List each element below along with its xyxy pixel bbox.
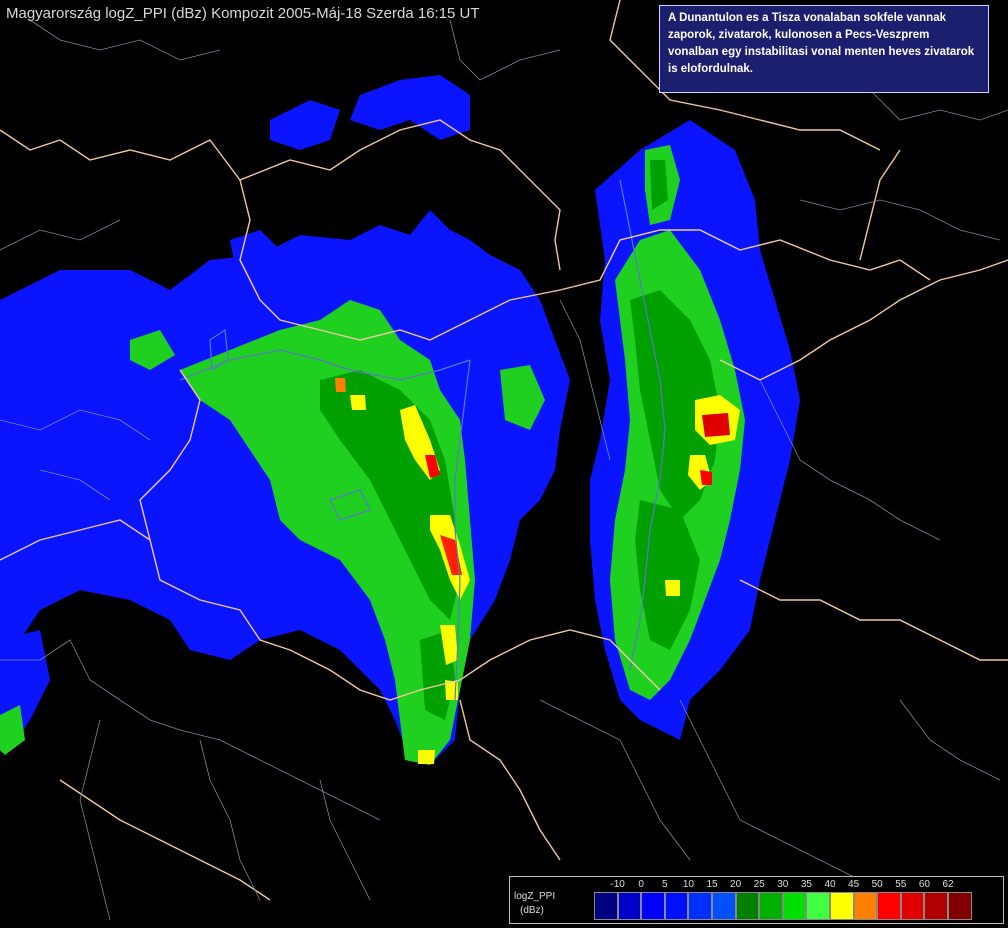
- legend-tick-label: 20: [730, 879, 742, 890]
- legend-swatch: [947, 892, 972, 920]
- legend-swatch: [594, 892, 618, 920]
- map-title: Magyarország logZ_PPI (dBz) Kompozit 200…: [6, 5, 480, 22]
- legend-tick-label: 10: [682, 879, 694, 890]
- legend-tick-label: 62: [942, 879, 954, 890]
- legend-tick-label: -10: [610, 879, 625, 890]
- legend-swatch: [829, 892, 854, 920]
- legend-tick-label: 5: [662, 879, 668, 890]
- legend-tick-label: 15: [706, 879, 718, 890]
- forecast-note: A Dunantulon es a Tisza vonalaban sokfel…: [659, 5, 989, 93]
- legend-swatch: [688, 892, 712, 920]
- legend-tick-label: 30: [777, 879, 789, 890]
- legend-tick-label: 25: [753, 879, 765, 890]
- legend-label: logZ_PPI: [514, 891, 556, 902]
- legend-ticks: -10 0 5 10 15 20 25 30 35 40 45 50 55 60 62: [590, 879, 1008, 891]
- legend-swatch: [853, 892, 878, 920]
- legend-swatch: [735, 892, 760, 920]
- legend-tick-label: 45: [848, 879, 860, 890]
- legend-color-bar: [594, 892, 972, 920]
- color-legend: logZ_PPI (dBz) -10 0 5 10 15 20 25 30 35 40 45 50 55…: [509, 876, 1004, 924]
- legend-tick-label: 0: [638, 879, 644, 890]
- legend-tick-label: 50: [871, 879, 883, 890]
- legend-tick-label: 40: [824, 879, 836, 890]
- radar-map: [0, 0, 1008, 921]
- legend-tick-label: 35: [800, 879, 812, 890]
- legend-swatch: [759, 892, 783, 920]
- legend-swatch: [877, 892, 901, 920]
- legend-swatch: [924, 892, 948, 920]
- legend-swatch: [617, 892, 642, 920]
- legend-swatch: [806, 892, 830, 920]
- legend-tick-label: 55: [895, 879, 907, 890]
- legend-swatch: [900, 892, 925, 920]
- legend-unit: (dBz): [520, 905, 544, 916]
- legend-swatch: [711, 892, 736, 920]
- legend-swatch: [782, 892, 807, 920]
- legend-swatch: [641, 892, 665, 920]
- legend-tick-label: 60: [918, 879, 930, 890]
- legend-swatch: [664, 892, 689, 920]
